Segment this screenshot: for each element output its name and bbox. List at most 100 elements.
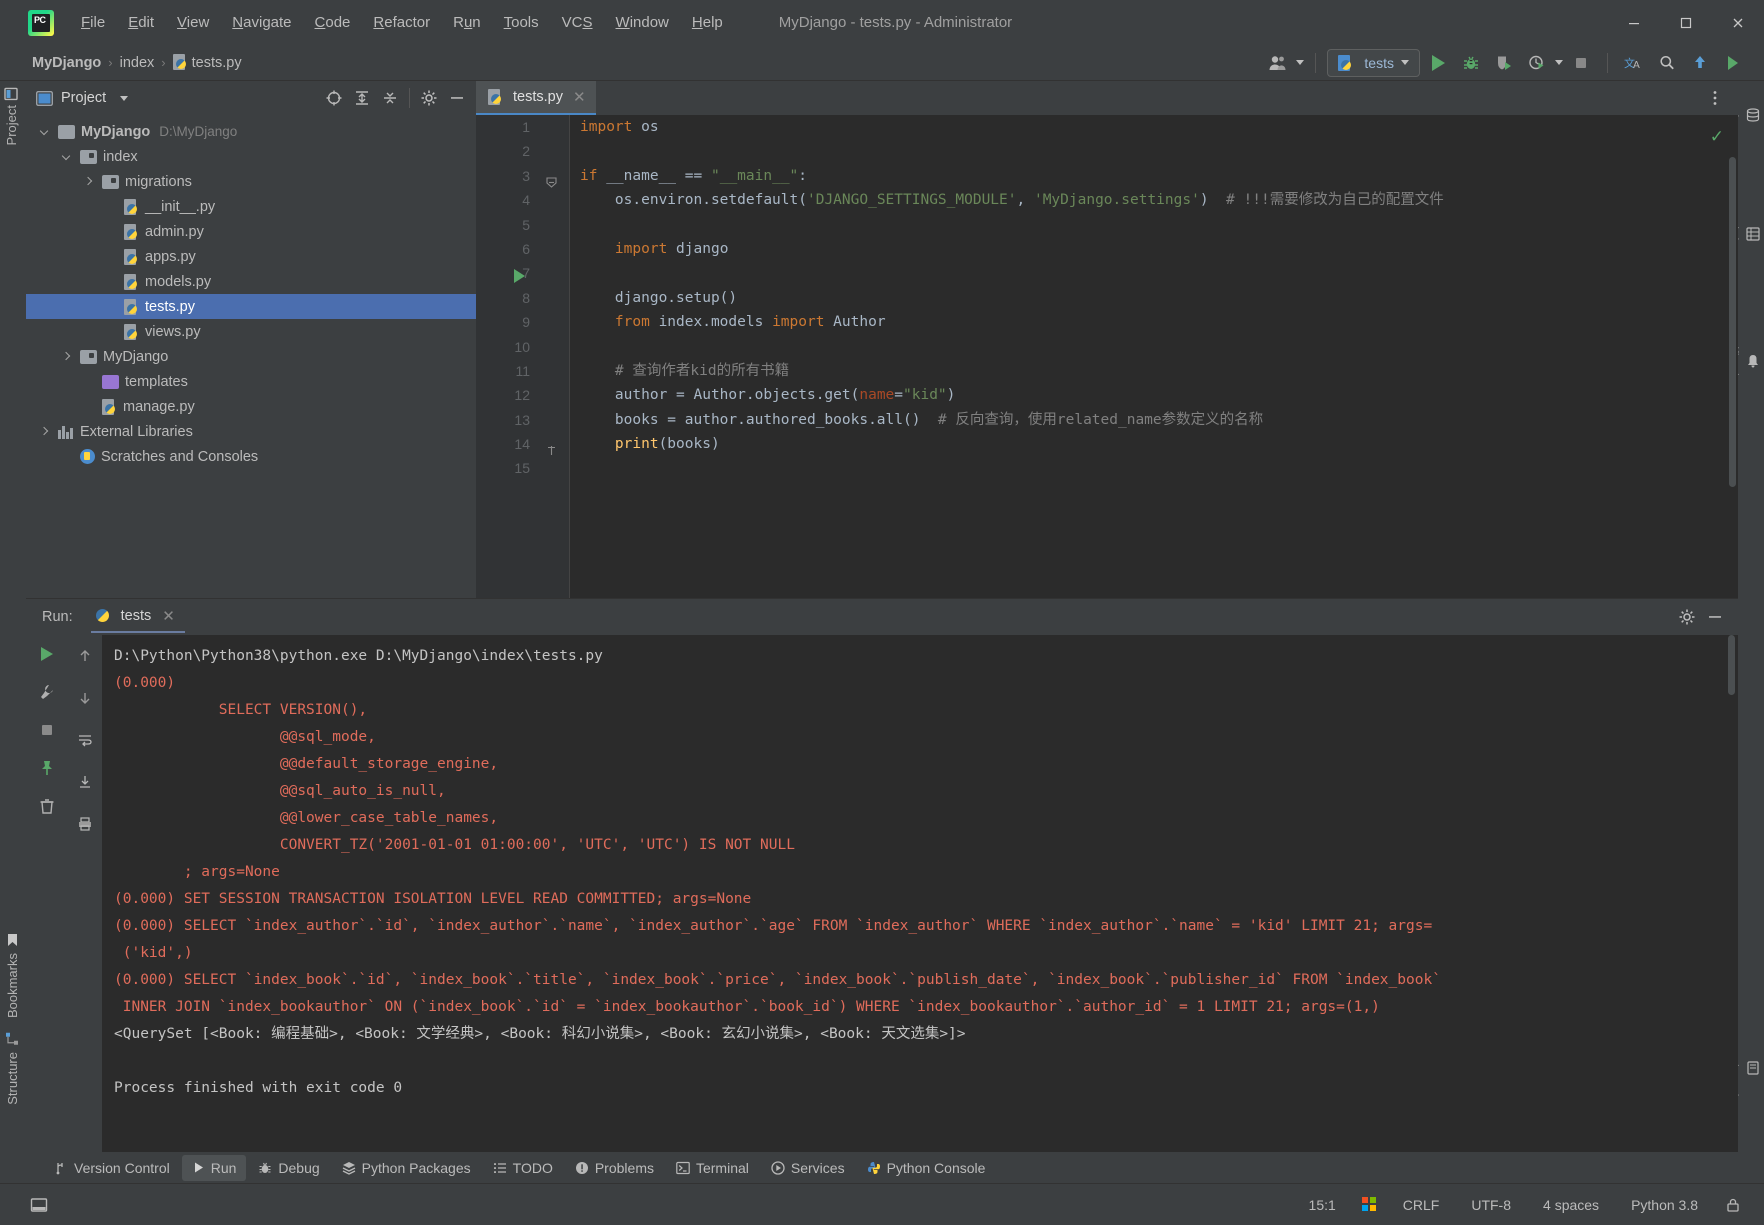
editor-scrollbar[interactable] [1729, 157, 1736, 487]
menu-navigate[interactable]: Navigate [221, 9, 302, 36]
profiler-button[interactable] [1522, 49, 1552, 77]
menu-refactor[interactable]: Refactor [362, 9, 441, 36]
menu-code[interactable]: Code [304, 9, 362, 36]
chevron-right-icon[interactable] [38, 425, 52, 439]
strip-project-button[interactable]: Project [4, 87, 19, 145]
fold-marker-icon[interactable] [546, 177, 557, 188]
translate-icon[interactable]: 文 A [1619, 49, 1649, 77]
tree-node-manage-py[interactable]: manage.py [26, 394, 476, 419]
breadcrumb-folder[interactable]: index [116, 53, 159, 73]
tree-node--init-py[interactable]: __init__.py [26, 194, 476, 219]
expand-all-icon[interactable] [349, 85, 375, 111]
export-icon[interactable] [71, 769, 99, 795]
tree-node-scratches-and-consoles[interactable]: Scratches and Consoles [26, 444, 476, 469]
bottom-tab-todo[interactable]: TODO [483, 1155, 563, 1181]
code-line[interactable] [580, 335, 1738, 359]
tree-node-templates[interactable]: templates [26, 369, 476, 394]
chevron-right-icon[interactable] [82, 175, 96, 189]
chevron-down-icon[interactable] [1401, 60, 1409, 65]
scroll-down-icon[interactable] [71, 685, 99, 711]
more-options-icon[interactable] [1702, 85, 1728, 111]
editor-text[interactable]: import os if __name__ == "__main__": os.… [570, 115, 1738, 598]
menu-tools[interactable]: Tools [493, 9, 550, 36]
line-separator[interactable]: CRLF [1397, 1193, 1446, 1217]
menu-help[interactable]: Help [681, 9, 734, 36]
code-line[interactable] [580, 261, 1738, 285]
scroll-from-source-icon[interactable] [321, 85, 347, 111]
project-tree[interactable]: MyDjango D:\MyDjango index migrations __init… [26, 115, 476, 598]
tree-node-tests-py[interactable]: tests.py [26, 294, 476, 319]
code-line[interactable]: if __name__ == "__main__": [580, 164, 1738, 188]
toggle-toolwindows-icon[interactable] [30, 1196, 48, 1214]
debug-button[interactable] [1456, 49, 1486, 77]
delete-button[interactable] [33, 793, 61, 819]
menu-run[interactable]: Run [442, 9, 492, 36]
file-encoding[interactable]: UTF-8 [1465, 1193, 1517, 1217]
code-line[interactable]: author = Author.objects.get(name="kid") [580, 383, 1738, 407]
python-interpreter[interactable]: Python 3.8 [1625, 1193, 1704, 1217]
rerun-button[interactable] [33, 641, 61, 667]
minimize-button[interactable] [1608, 0, 1660, 45]
console-scrollbar[interactable] [1728, 635, 1735, 695]
code-line[interactable]: os.environ.setdefault('DJANGO_SETTINGS_M… [580, 188, 1738, 212]
menu-view[interactable]: View [166, 9, 220, 36]
avatar-dropdown-icon[interactable] [1296, 60, 1305, 65]
tree-node-mydjango[interactable]: MyDjango D:\MyDjango [26, 119, 476, 144]
menu-vcs[interactable]: VCS [551, 9, 604, 36]
close-button[interactable] [1712, 0, 1764, 45]
profile-avatar-icon[interactable] [1263, 49, 1293, 77]
search-icon[interactable] [1652, 49, 1682, 77]
run-line-marker-icon[interactable] [514, 269, 525, 283]
pin-tab-button[interactable] [33, 755, 61, 781]
bottom-tab-debug[interactable]: Debug [248, 1155, 329, 1181]
inspection-status-icon[interactable]: ✓ [1710, 127, 1724, 147]
run-tab-tests[interactable]: tests ✕ [90, 601, 185, 633]
caret-position[interactable]: 15:1 [1303, 1193, 1342, 1217]
code-line[interactable]: from index.models import Author [580, 310, 1738, 334]
bottom-tab-terminal[interactable]: Terminal [666, 1155, 759, 1181]
collapse-all-icon[interactable] [377, 85, 403, 111]
code-line[interactable]: django.setup() [580, 286, 1738, 310]
main-menu[interactable]: File Edit View Navigate Code Refactor Ru… [70, 9, 734, 36]
indent-setting[interactable]: 4 spaces [1537, 1193, 1605, 1217]
hide-panel-icon[interactable] [444, 85, 470, 111]
code-line[interactable]: import django [580, 237, 1738, 261]
code-line[interactable]: books = author.authored_books.all() # 反向… [580, 408, 1738, 432]
run-button[interactable] [1423, 49, 1453, 77]
tree-node-admin-py[interactable]: admin.py [26, 219, 476, 244]
chevron-right-icon[interactable] [60, 350, 74, 364]
project-view-dropdown-icon[interactable] [120, 95, 129, 101]
play-store-icon[interactable] [1718, 49, 1748, 77]
code-line[interactable] [580, 456, 1738, 480]
code-line[interactable]: import os [580, 115, 1738, 139]
editor-gutter-folding[interactable] [514, 115, 570, 598]
tree-node-migrations[interactable]: migrations [26, 169, 476, 194]
run-configuration-selector[interactable]: tests [1327, 48, 1420, 77]
hide-panel-icon[interactable] [1702, 604, 1728, 630]
soft-wrap-icon[interactable] [71, 727, 99, 753]
tree-node-views-py[interactable]: views.py [26, 319, 476, 344]
lock-icon[interactable] [1724, 1197, 1742, 1213]
tree-node-models-py[interactable]: models.py [26, 269, 476, 294]
profiler-dropdown-icon[interactable] [1555, 60, 1563, 65]
gear-icon[interactable] [1674, 604, 1700, 630]
bottom-tab-version-control[interactable]: Version Control [44, 1155, 180, 1181]
bottom-tab-python-packages[interactable]: Python Packages [332, 1155, 481, 1181]
run-with-coverage-button[interactable] [1489, 49, 1519, 77]
tree-node-apps-py[interactable]: apps.py [26, 244, 476, 269]
update-icon[interactable] [1685, 49, 1715, 77]
fold-end-marker-icon[interactable] [546, 445, 557, 456]
modify-run-config-button[interactable] [33, 679, 61, 705]
code-line[interactable] [580, 139, 1738, 163]
editor-tab-tests-py[interactable]: tests.py ✕ [476, 81, 596, 115]
editor-tab-close-icon[interactable]: ✕ [573, 88, 586, 106]
stop-button[interactable] [33, 717, 61, 743]
menu-file[interactable]: File [70, 9, 116, 36]
chevron-down-icon[interactable] [38, 125, 52, 139]
breadcrumb-project[interactable]: MyDjango [28, 53, 105, 73]
breadcrumb-file[interactable]: tests.py [169, 52, 246, 73]
tree-node-index[interactable]: index [26, 144, 476, 169]
tree-node-mydjango[interactable]: MyDjango [26, 344, 476, 369]
code-editor[interactable]: 1 2 3 4 5 6 7 8 9 10 11 12 13 14 15 import os if __nam… [476, 115, 1738, 598]
menu-window[interactable]: Window [605, 9, 680, 36]
